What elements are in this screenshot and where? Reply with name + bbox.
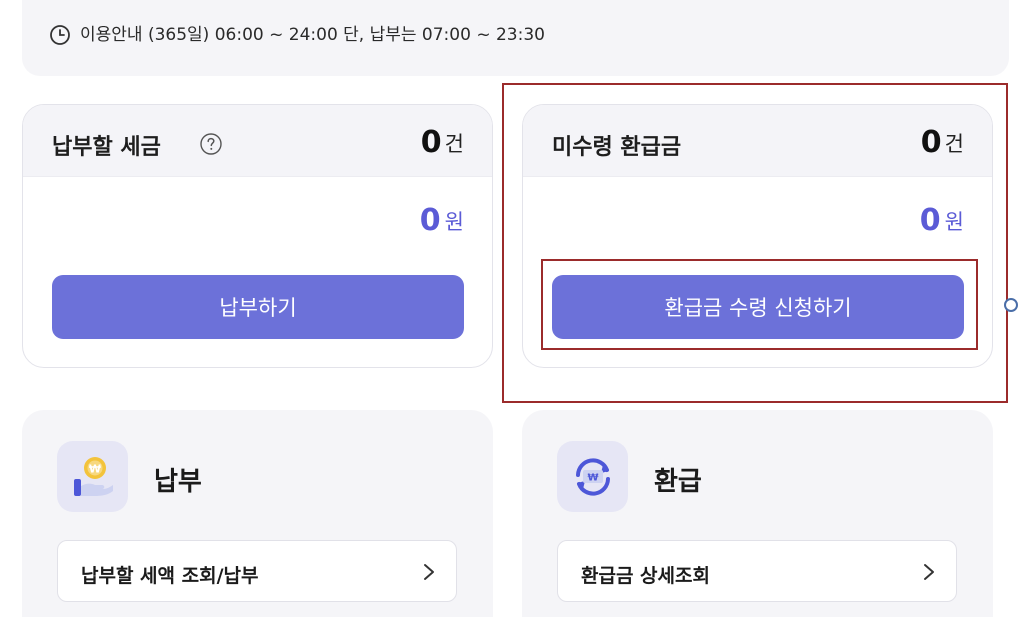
- pointer-marker: [1004, 298, 1018, 312]
- refund-panel-title: 환급: [654, 467, 702, 497]
- coin-hand-icon: ₩: [57, 441, 128, 512]
- help-circle-icon[interactable]: [199, 132, 223, 156]
- svg-text:₩: ₩: [89, 463, 101, 476]
- tax-card: 납부할 세금 0건 0원 납부하기: [22, 104, 493, 368]
- highlight-box-refund-card: [502, 83, 1008, 403]
- clock-icon: [50, 25, 70, 45]
- payment-panel-title: 납부: [154, 467, 202, 497]
- notice-text: 이용안내 (365일) 06:00 ~ 24:00 단, 납부는 07:00 ~…: [80, 25, 545, 45]
- refund-exchange-icon: ₩: [557, 441, 628, 512]
- payment-panel: ₩ 납부 납부할 세액 조회/납부: [22, 410, 493, 617]
- tax-amount-unit: 원: [444, 210, 464, 234]
- pay-button[interactable]: 납부하기: [52, 275, 464, 339]
- tax-card-header: 납부할 세금 0건: [23, 105, 492, 177]
- tax-amount-value: 0: [419, 203, 441, 238]
- tax-inquiry-link[interactable]: 납부할 세액 조회/납부: [57, 540, 457, 602]
- refund-detail-link[interactable]: 환급금 상세조회: [557, 540, 957, 602]
- chevron-right-icon: [424, 564, 434, 580]
- tax-amount: 0원: [420, 203, 464, 238]
- refund-detail-label: 환급금 상세조회: [581, 565, 710, 587]
- refund-panel: ₩ 환급 환급금 상세조회: [522, 410, 993, 617]
- tax-count-unit: 건: [444, 132, 464, 156]
- chevron-right-icon: [924, 564, 934, 580]
- highlight-box-refund-button: [541, 259, 978, 350]
- tax-count: 0건: [421, 125, 464, 160]
- tax-count-value: 0: [420, 125, 442, 160]
- tax-inquiry-label: 납부할 세액 조회/납부: [81, 565, 259, 587]
- tax-card-title: 납부할 세금: [52, 135, 161, 160]
- svg-text:₩: ₩: [587, 473, 598, 484]
